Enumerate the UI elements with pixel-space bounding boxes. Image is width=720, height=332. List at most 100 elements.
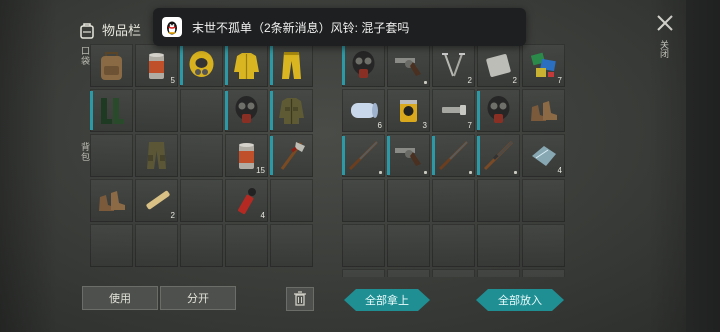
storage-slot[interactable] <box>432 224 475 267</box>
storage-slot[interactable] <box>387 134 430 177</box>
canned-food-icon <box>149 53 164 79</box>
storage-slot[interactable] <box>342 44 385 87</box>
storage-slot[interactable]: 3 <box>387 89 430 132</box>
military-jacket-icon <box>279 98 304 124</box>
screws-icon <box>442 105 466 115</box>
storage-slot[interactable] <box>477 269 520 277</box>
inventory-title: 物品栏 <box>102 23 142 38</box>
item-quantity: 15 <box>256 166 265 175</box>
fireman-axe-icon <box>280 142 305 170</box>
condition-dot <box>424 171 427 174</box>
storage-slot[interactable] <box>477 89 520 132</box>
inventory-slot[interactable] <box>135 134 178 177</box>
leather-boots-icon <box>99 191 125 211</box>
trash-icon <box>294 291 306 306</box>
storage-slot[interactable] <box>522 179 565 222</box>
storage-slot[interactable]: 2 <box>432 44 475 87</box>
inventory-slot[interactable] <box>180 224 223 267</box>
cloth-roll-icon <box>351 103 378 118</box>
storage-slot[interactable] <box>342 134 385 177</box>
storage-slot[interactable] <box>387 224 430 267</box>
storage-slot[interactable] <box>432 134 475 177</box>
glass-shards-icon <box>532 146 556 166</box>
inventory-slot[interactable] <box>225 89 268 132</box>
item-quantity: 7 <box>557 76 562 85</box>
storage-grid: 2 2 7 6 3 7 4 <box>342 44 565 277</box>
inventory-slot[interactable] <box>90 224 133 267</box>
inventory-grid: 5 15 2 4 <box>90 44 313 267</box>
gas-mask-icon <box>235 96 258 123</box>
trash-button[interactable] <box>286 287 314 311</box>
gas-mask-icon <box>487 96 510 123</box>
condition-dot <box>379 171 382 174</box>
storage-slot[interactable] <box>387 269 430 277</box>
item-quantity: 2 <box>170 211 175 220</box>
storage-slot[interactable] <box>342 224 385 267</box>
inventory-slot[interactable] <box>270 89 313 132</box>
nails-icon <box>442 53 465 77</box>
close-label[interactable]: 关闭 <box>658 40 671 58</box>
inventory-slot[interactable] <box>270 224 313 267</box>
inventory-slot[interactable] <box>90 134 133 177</box>
inventory-slot[interactable] <box>225 44 268 87</box>
revolver-icon <box>395 58 421 76</box>
split-button[interactable]: 分开 <box>160 286 236 310</box>
inventory-slot[interactable] <box>180 89 223 132</box>
inventory-slot[interactable]: 4 <box>225 179 268 222</box>
storage-slot[interactable] <box>387 179 430 222</box>
storage-slot[interactable] <box>477 179 520 222</box>
backpack-icon <box>80 22 94 39</box>
storage-slot[interactable] <box>522 269 565 277</box>
inventory-slot[interactable]: 15 <box>225 134 268 177</box>
storage-slot[interactable] <box>342 179 385 222</box>
item-quantity: 2 <box>512 76 517 85</box>
notification-text: 末世不孤单（2条新消息）风铃: 混子套吗 <box>192 20 410 35</box>
storage-slot[interactable] <box>432 269 475 277</box>
inventory-slot[interactable] <box>270 179 313 222</box>
storage-slot[interactable] <box>522 224 565 267</box>
inventory-slot[interactable]: 2 <box>135 179 178 222</box>
storage-slot[interactable]: 2 <box>477 44 520 87</box>
storage-slot[interactable] <box>477 134 520 177</box>
bandage-icon <box>146 190 170 210</box>
storage-slot[interactable]: 7 <box>522 44 565 87</box>
leather-boots-icon <box>531 101 557 121</box>
inventory-slot[interactable] <box>90 89 133 132</box>
storage-slot[interactable]: 7 <box>432 89 475 132</box>
flare-icon <box>238 188 256 215</box>
take-all-button[interactable]: 全部拿上 <box>344 289 430 311</box>
inventory-slot[interactable] <box>180 134 223 177</box>
storage-slot[interactable] <box>387 44 430 87</box>
inventory-slot[interactable] <box>135 89 178 132</box>
inventory-slot[interactable] <box>180 179 223 222</box>
inventory-slot[interactable] <box>90 179 133 222</box>
storage-slot[interactable] <box>522 89 565 132</box>
rifle-icon <box>483 140 514 171</box>
item-quantity: 4 <box>557 166 562 175</box>
shotgun-icon <box>348 140 379 171</box>
inventory-slot[interactable]: 5 <box>135 44 178 87</box>
item-quantity: 5 <box>170 76 175 85</box>
close-icon[interactable] <box>655 13 675 33</box>
notification-toast[interactable]: 末世不孤单（2条新消息）风铃: 混子套吗 <box>153 8 526 46</box>
metal-plate-icon <box>486 54 511 77</box>
hazmat-pants-icon <box>282 52 301 79</box>
storage-slot[interactable] <box>477 224 520 267</box>
storage-slot[interactable] <box>342 269 385 277</box>
item-quantity: 3 <box>422 121 427 130</box>
storage-slot[interactable]: 6 <box>342 89 385 132</box>
condition-dot <box>424 81 427 84</box>
inventory-slot[interactable] <box>270 44 313 87</box>
inventory-slot[interactable] <box>270 134 313 177</box>
inventory-slot[interactable] <box>90 44 133 87</box>
inventory-slot[interactable] <box>225 224 268 267</box>
item-quantity: 2 <box>467 76 472 85</box>
storage-slot[interactable]: 4 <box>522 134 565 177</box>
hazmat-jacket-icon <box>234 53 259 79</box>
inventory-slot[interactable] <box>135 224 178 267</box>
put-all-button[interactable]: 全部放入 <box>476 289 564 311</box>
inventory-slot[interactable] <box>180 44 223 87</box>
hazmat-hood-icon <box>189 51 214 77</box>
storage-slot[interactable] <box>432 179 475 222</box>
use-button[interactable]: 使用 <box>82 286 158 310</box>
